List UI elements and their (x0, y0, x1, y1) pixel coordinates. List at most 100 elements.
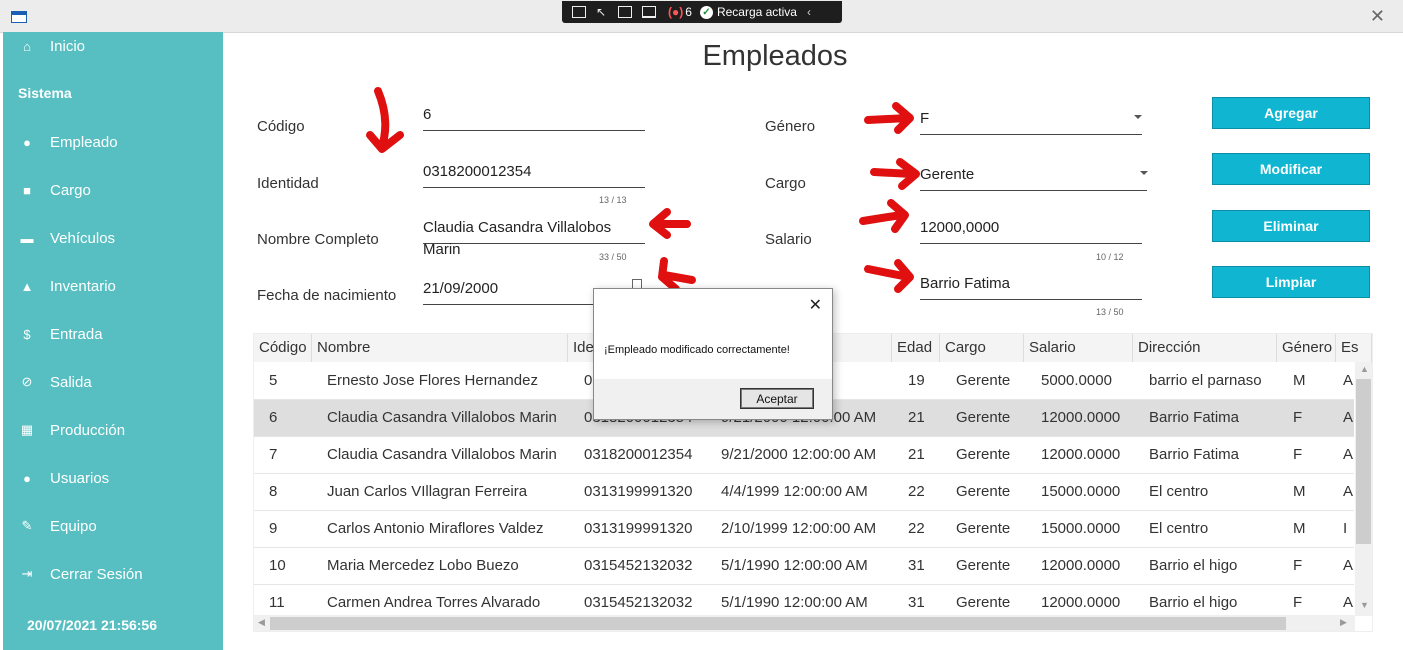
cell-es: A (1343, 557, 1354, 574)
live-visual-tree-icon[interactable] (572, 6, 586, 18)
column-header[interactable]: Cargo (940, 334, 1024, 362)
cell-edad: 31 (908, 557, 925, 574)
sidebar-item-cargo[interactable]: ■ Cargo (3, 170, 223, 210)
cell-salario: 12000.0000 (1041, 446, 1121, 463)
cell-es: A (1343, 372, 1354, 389)
codigo-field[interactable]: 6 (423, 104, 645, 131)
table-row[interactable]: 7 Claudia Casandra Villalobos Marin 031820… (254, 436, 1354, 474)
cell-identidad: 0318200012354 (584, 446, 693, 463)
table-row[interactable]: 10 Maria Mercedez Lobo Buezo 0315452132032… (254, 547, 1354, 585)
eliminar-button[interactable]: Eliminar (1212, 210, 1370, 242)
column-header[interactable]: Género (1277, 334, 1336, 362)
cell-edad: 21 (908, 409, 925, 426)
sidebar-item-label: Salida (50, 373, 92, 391)
salario-counter: 10 / 12 (1096, 252, 1124, 262)
dialog-message: ¡Empleado modificado correctamente! (604, 344, 790, 356)
dialog-close-button[interactable]: ✕ (809, 295, 822, 315)
vertical-scroll-thumb[interactable] (1356, 379, 1371, 544)
sidebar-item-label: Vehículos (50, 229, 116, 247)
scroll-left-icon[interactable]: ◀ (258, 617, 265, 628)
salario-label: Salario (765, 231, 812, 248)
cell-genero: F (1293, 409, 1303, 426)
genero-select[interactable]: F (920, 108, 1142, 135)
cell-nombre: Juan Carlos VIllagran Ferreira (327, 483, 528, 500)
cell-edad: 19 (908, 372, 925, 389)
cell-cargo: Gerente (956, 409, 1011, 426)
app-icon (11, 11, 27, 23)
cargo-dropdown-icon[interactable] (1140, 171, 1148, 175)
sidebar-item-producci-n[interactable]: ▦ Producción (3, 410, 223, 450)
sidebar-item-label: Entrada (50, 325, 103, 343)
cell-direccion: Barrio Fatima (1149, 446, 1240, 463)
codigo-label: Código (257, 118, 305, 135)
table-row[interactable]: 8 Juan Carlos VIllagran Ferreira 031319999… (254, 473, 1354, 511)
salario-field[interactable]: 12000,0000 (920, 217, 1142, 244)
window-close-button[interactable]: ✕ (1370, 6, 1385, 26)
binding-errors-badge[interactable]: (●) 6 (668, 5, 692, 19)
column-header[interactable]: Edad (892, 334, 940, 362)
cell-identidad: 0313199991320 (584, 483, 693, 500)
column-header[interactable]: Código (254, 334, 312, 362)
column-header[interactable]: Nombre (312, 334, 568, 362)
cell-fecha: 4/4/1999 12:00:00 AM (721, 483, 868, 500)
select-element-icon[interactable]: ↖ (596, 6, 608, 18)
identidad-field[interactable]: 0318200012354 (423, 161, 645, 188)
sidebar-item-entrada[interactable]: $ Entrada (3, 314, 223, 354)
sidebar-item-empleado[interactable]: ● Empleado (3, 122, 223, 162)
sidebar-item-inventario[interactable]: ▲ Inventario (3, 266, 223, 306)
sidebar-item-veh-culos[interactable]: ▬ Vehículos (3, 218, 223, 258)
cell-nombre: Ernesto Jose Flores Hernandez (327, 372, 538, 389)
cell-nombre: Claudia Casandra Villalobos Marin (327, 446, 557, 463)
cell-salario: 15000.0000 (1041, 483, 1121, 500)
scroll-right-icon[interactable]: ▶ (1340, 617, 1347, 628)
column-header[interactable]: Salario (1024, 334, 1133, 362)
sidebar-item-equipo[interactable]: ✎ Equipo (3, 506, 223, 546)
no-money-icon: ⊘ (21, 374, 33, 389)
cell-identidad: 0315452132032 (584, 557, 693, 574)
hot-reload-status[interactable]: ✓ Recarga activa (699, 5, 797, 19)
identidad-counter: 13 / 13 (599, 195, 627, 205)
cell-identidad: 0313199991320 (584, 520, 693, 537)
horizontal-scroll-thumb[interactable] (270, 617, 1286, 630)
sidebar-datetime: 20/07/2021 21:56:56 (27, 617, 157, 633)
cargo-select[interactable]: Gerente (920, 164, 1147, 191)
sidebar-item-usuarios[interactable]: ● Usuarios (3, 458, 223, 498)
dialog-accept-button[interactable]: Aceptar (740, 388, 814, 409)
direccion-field[interactable]: Barrio Fatima (920, 273, 1142, 300)
cell-codigo: 8 (269, 483, 278, 500)
cell-codigo: 10 (269, 557, 286, 574)
cargo-label: Cargo (765, 175, 806, 192)
display-layout-adorners-icon[interactable] (618, 6, 632, 18)
scroll-up-icon[interactable]: ▲ (1360, 364, 1369, 374)
nombre-field[interactable]: Claudia Casandra Villalobos Marin (423, 217, 645, 258)
cell-genero: F (1293, 446, 1303, 463)
sidebar-item-label: Cerrar Sesión (50, 565, 143, 583)
cell-genero: M (1293, 483, 1306, 500)
limpiar-button[interactable]: Limpiar (1212, 266, 1370, 298)
cell-genero: F (1293, 557, 1303, 574)
sidebar-item-salida[interactable]: ⊘ Salida (3, 362, 223, 402)
sidebar-item-cerrar-sesi-n[interactable]: ⇥ Cerrar Sesión (3, 554, 223, 594)
annotation-arrow-cargo (870, 158, 920, 190)
cell-direccion: El centro (1149, 483, 1209, 500)
cell-direccion: Barrio Fatima (1149, 409, 1240, 426)
page-title: Empleados (702, 40, 848, 72)
wrench-icon: ✎ (21, 518, 33, 533)
column-header[interactable]: Es (1336, 334, 1372, 362)
scroll-down-icon[interactable]: ▼ (1360, 600, 1369, 610)
table-row[interactable]: 9 Carlos Antonio Miraflores Valdez 0313199… (254, 510, 1354, 548)
cell-salario: 5000.0000 (1041, 372, 1112, 389)
agregar-button[interactable]: Agregar (1212, 97, 1370, 129)
modificar-button[interactable]: Modificar (1212, 153, 1370, 185)
truck-icon: ▬ (20, 230, 34, 246)
column-header[interactable]: Dirección (1133, 334, 1277, 362)
collapse-chevron-icon[interactable]: ‹ (807, 5, 811, 19)
cell-salario: 12000.0000 (1041, 409, 1121, 426)
sidebar-item-label: Inventario (50, 277, 116, 295)
cell-cargo: Gerente (956, 446, 1011, 463)
track-focus-icon[interactable] (642, 6, 656, 18)
hot-reload-label: Recarga activa (716, 5, 797, 19)
cell-salario: 15000.0000 (1041, 520, 1121, 537)
cell-nombre: Claudia Casandra Villalobos Marin (327, 409, 557, 426)
genero-dropdown-icon[interactable] (1134, 115, 1142, 119)
